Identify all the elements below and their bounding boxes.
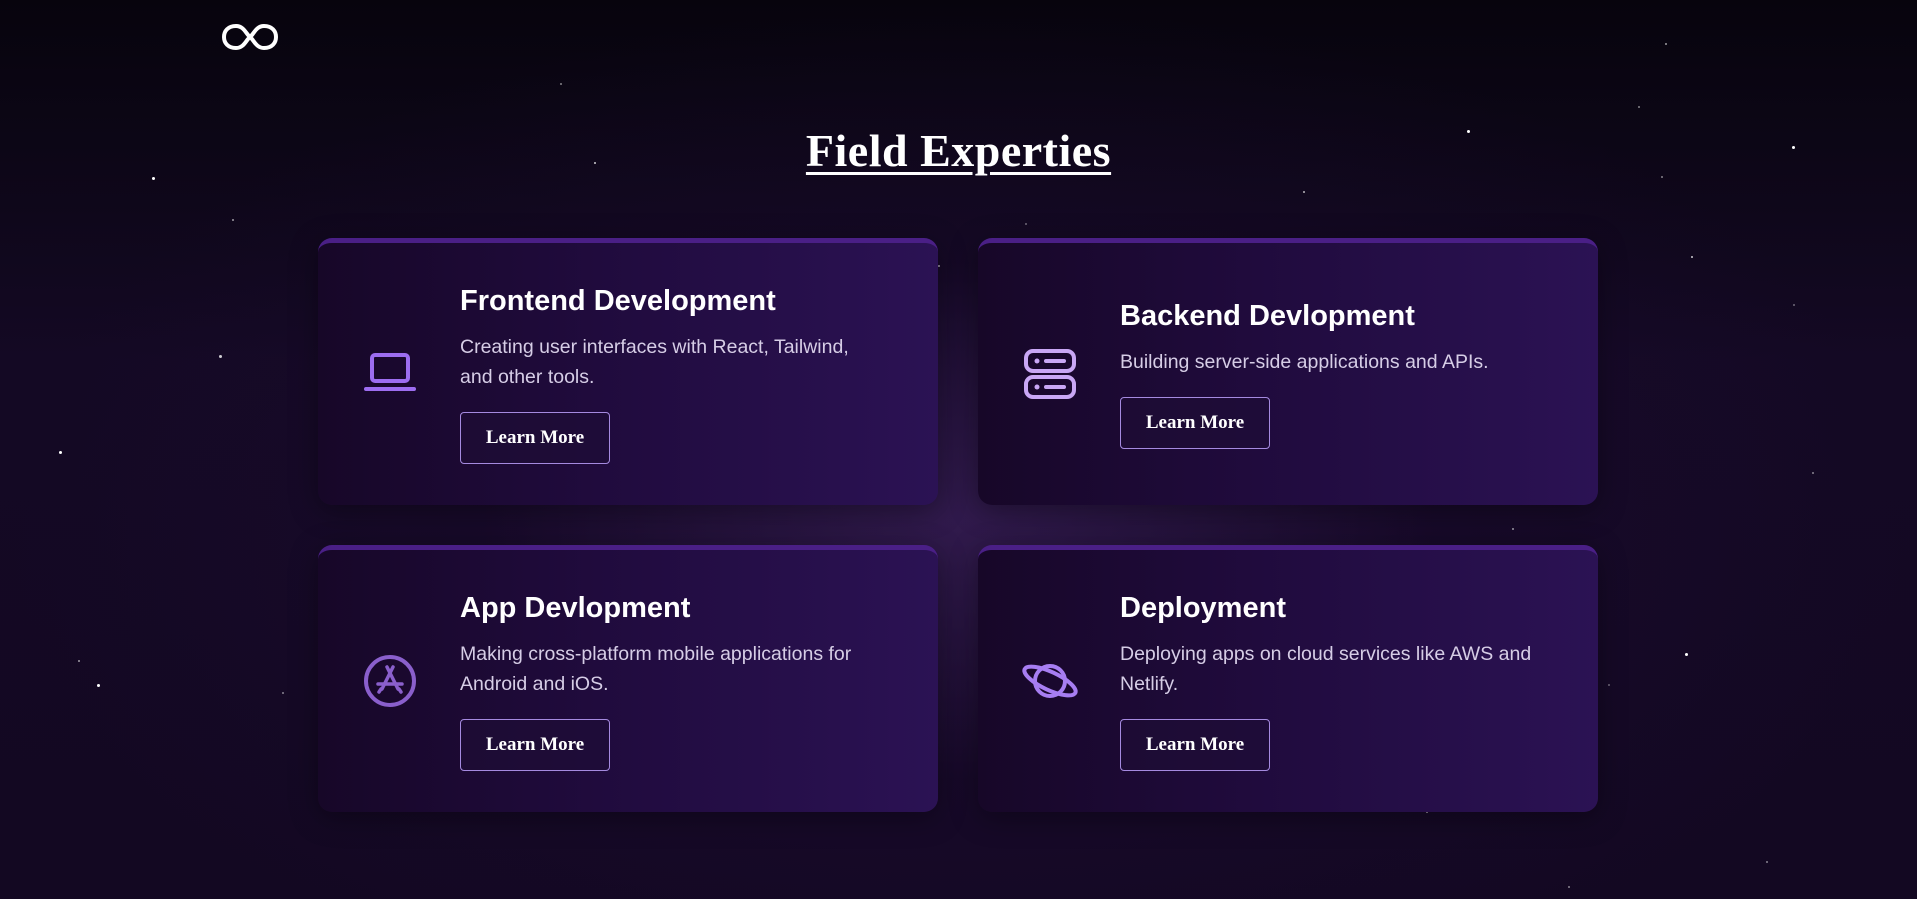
star [1665, 43, 1667, 45]
infinity-icon[interactable] [222, 22, 278, 52]
learn-more-button[interactable]: Learn More [1120, 718, 1270, 771]
star [1685, 653, 1688, 656]
star [59, 451, 62, 454]
star [1691, 256, 1693, 258]
card-title: Frontend Development [460, 284, 776, 317]
card-description: Making cross-platform mobile application… [460, 642, 852, 695]
star [1025, 223, 1027, 225]
card-description: Deploying apps on cloud services like AW… [1120, 642, 1532, 695]
star [1638, 106, 1640, 108]
star [1303, 191, 1305, 193]
star [282, 692, 284, 694]
card-description: Building server-side applications and AP… [1120, 350, 1489, 373]
star [232, 219, 234, 221]
star [1608, 684, 1610, 686]
star [1812, 472, 1814, 474]
star [219, 355, 222, 358]
card-title: Deployment [1120, 591, 1286, 624]
laptop-icon [360, 344, 420, 404]
star [78, 660, 80, 662]
app-store-icon [360, 651, 420, 711]
server-icon [1020, 344, 1080, 404]
section-title: Field Experties [805, 125, 1112, 176]
star [1766, 861, 1768, 863]
star [97, 684, 100, 687]
learn-more-button[interactable]: Learn More [460, 411, 610, 464]
card-description: Creating user interfaces with React, Tai… [460, 335, 849, 388]
star [152, 177, 155, 180]
card-backend-development: Backend Devlopment Building server-side … [978, 238, 1598, 505]
card-app-development: App Devlopment Making cross-platform mob… [318, 545, 938, 812]
planet-icon [1020, 651, 1080, 711]
learn-more-button[interactable]: Learn More [460, 718, 610, 771]
card-frontend-development: Frontend Development Creating user inter… [318, 238, 938, 505]
learn-more-button[interactable]: Learn More [1120, 396, 1270, 449]
card-title: Backend Devlopment [1120, 299, 1415, 332]
card-deployment: Deployment Deploying apps on cloud servi… [978, 545, 1598, 812]
star [1793, 304, 1795, 306]
star [1568, 886, 1570, 888]
card-title: App Devlopment [460, 591, 691, 624]
expertise-grid: Frontend Development Creating user inter… [318, 238, 1598, 812]
star [560, 83, 562, 85]
